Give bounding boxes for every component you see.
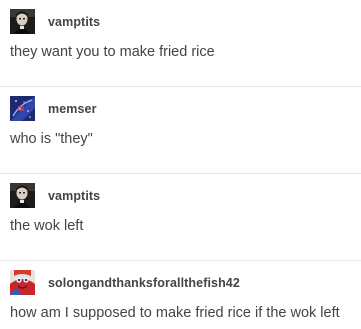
post-header: solongandthanksforallthefish42: [10, 269, 240, 296]
post-text: who is "they": [10, 131, 93, 147]
post-username[interactable]: solongandthanksforallthefish42: [48, 276, 240, 290]
post-username[interactable]: vamptits: [48, 15, 100, 29]
post-header: vamptits: [10, 182, 100, 209]
dark-portrait-avatar-icon[interactable]: [10, 9, 35, 34]
thread-post: vamptits the wok left: [0, 174, 361, 261]
post-text: they want you to make fried rice: [10, 44, 215, 60]
post-header: vamptits: [10, 8, 100, 35]
thread-post: vamptits they want you to make fried ric…: [0, 0, 361, 87]
post-text: how am I supposed to make fried rice if …: [10, 305, 340, 321]
red-cartoon-avatar-icon[interactable]: [10, 270, 35, 295]
thread-post: solongandthanksforallthefish42 how am I …: [0, 261, 361, 329]
dark-portrait-avatar-icon[interactable]: [10, 183, 35, 208]
post-text: the wok left: [10, 218, 84, 234]
thread-post: memser who is "they": [0, 87, 361, 174]
post-username[interactable]: memser: [48, 102, 97, 116]
reblog-thread: vamptits they want you to make fried ric…: [0, 0, 361, 329]
post-username[interactable]: vamptits: [48, 189, 100, 203]
post-header: memser: [10, 95, 97, 122]
blue-starry-avatar-icon[interactable]: [10, 96, 35, 121]
